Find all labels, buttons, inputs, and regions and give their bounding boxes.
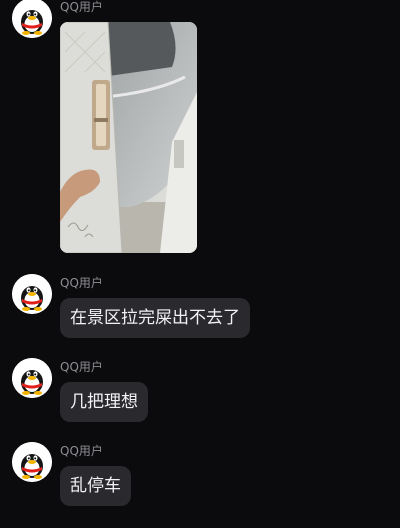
sender-name: QQ用户 xyxy=(60,276,103,290)
message-bubble[interactable]: 几把理想 xyxy=(60,382,148,422)
qq-penguin-avatar-icon[interactable] xyxy=(12,274,52,314)
message-bubble[interactable]: 在景区拉完屎出不去了 xyxy=(60,298,250,338)
qq-penguin-avatar-icon[interactable] xyxy=(12,442,52,482)
sender-name: QQ用户 xyxy=(60,444,103,458)
chat-message-4: QQ用户 乱停车 xyxy=(0,442,400,510)
message-bubble[interactable]: 乱停车 xyxy=(60,466,131,506)
image-message-photo[interactable] xyxy=(60,22,197,253)
chat-message-1: QQ用户 xyxy=(0,0,400,258)
sender-name: QQ用户 xyxy=(60,0,103,14)
qq-penguin-avatar-icon[interactable] xyxy=(12,0,52,38)
chat-message-3: QQ用户 几把理想 xyxy=(0,358,400,426)
chat-message-2: QQ用户 在景区拉完屎出不去了 xyxy=(0,274,400,342)
sender-name: QQ用户 xyxy=(60,360,103,374)
qq-penguin-avatar-icon[interactable] xyxy=(12,358,52,398)
